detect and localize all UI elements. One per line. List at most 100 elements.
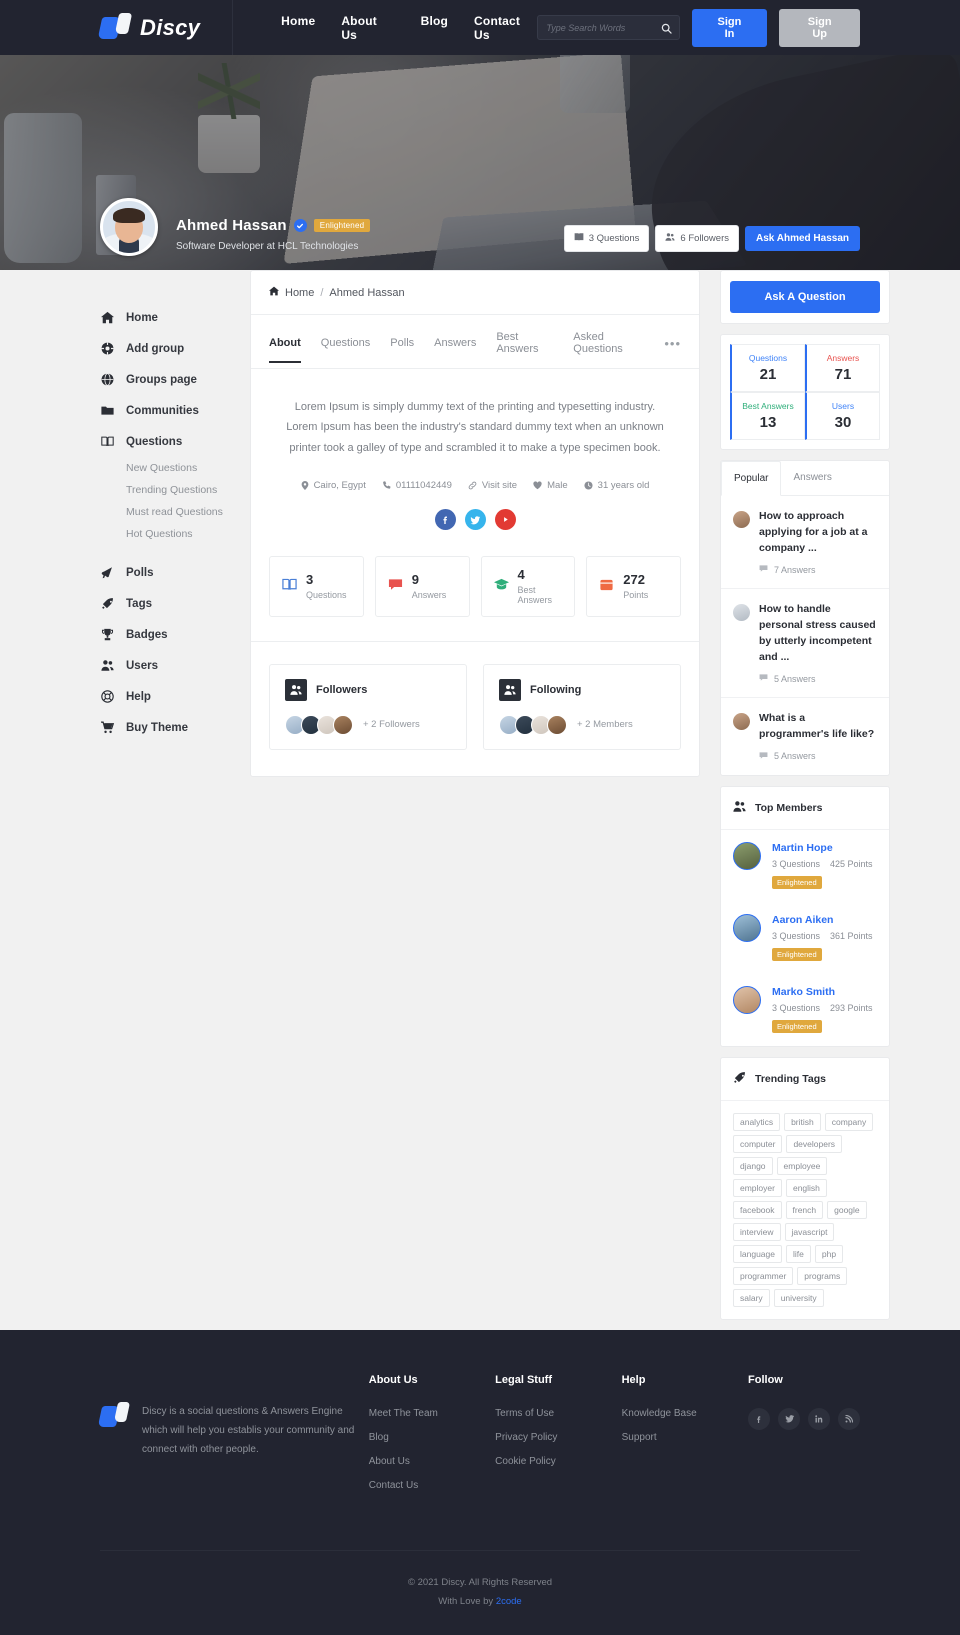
tag-chip[interactable]: interview bbox=[733, 1222, 781, 1241]
sidebar-item-badges[interactable]: Badges bbox=[100, 619, 230, 650]
avatar[interactable] bbox=[733, 985, 761, 1014]
sidebar-subitem-must-read-questions[interactable]: Must read Questions bbox=[100, 501, 230, 523]
tabs-more-button[interactable]: ••• bbox=[664, 336, 681, 364]
tag-chip[interactable]: employee bbox=[776, 1156, 828, 1175]
avatar[interactable] bbox=[733, 841, 761, 870]
sign-up-button[interactable]: Sign Up bbox=[779, 8, 860, 47]
hero-followers-count[interactable]: 6 Followers bbox=[655, 225, 739, 252]
sign-in-button[interactable]: Sign In bbox=[691, 8, 768, 47]
sidebar-item-communities[interactable]: Communities bbox=[100, 395, 230, 426]
twitter-icon[interactable] bbox=[778, 1407, 801, 1430]
tab-questions[interactable]: Questions bbox=[321, 337, 371, 362]
sidebar-item-home[interactable]: Home bbox=[100, 302, 230, 333]
sidebar-item-users[interactable]: Users bbox=[100, 650, 230, 681]
answer-count-label: 5 Answers bbox=[774, 673, 816, 684]
facebook-icon[interactable] bbox=[434, 509, 456, 531]
avatar[interactable] bbox=[333, 714, 353, 735]
followers-more-label[interactable]: + 2 Followers bbox=[363, 719, 420, 730]
sidebar-item-help[interactable]: Help bbox=[100, 681, 230, 712]
hero-questions-count[interactable]: 3 Questions bbox=[563, 225, 650, 252]
avatar[interactable] bbox=[547, 714, 567, 735]
youtube-icon[interactable] bbox=[494, 509, 516, 531]
twitter-icon[interactable] bbox=[464, 509, 486, 531]
meta-site[interactable]: Visit site bbox=[468, 480, 517, 491]
footer-link-privacy-policy[interactable]: Privacy Policy bbox=[495, 1432, 621, 1443]
nav-item-contact-us[interactable]: Contact Us bbox=[474, 14, 537, 42]
tag-chip[interactable]: programmer bbox=[733, 1266, 794, 1285]
tab-answers[interactable]: Answers bbox=[434, 337, 476, 362]
nav-item-home[interactable]: Home bbox=[281, 14, 315, 42]
tag-chip[interactable]: php bbox=[814, 1244, 844, 1263]
tag-chip[interactable]: university bbox=[773, 1288, 824, 1307]
tag-chip[interactable]: facebook bbox=[733, 1200, 782, 1219]
list-item[interactable]: What is a programmer's life like? 5 Answ… bbox=[721, 698, 889, 775]
tab-best-answers[interactable]: Best Answers bbox=[496, 331, 553, 368]
sidebar-subitem-hot-questions[interactable]: Hot Questions bbox=[100, 523, 230, 545]
footer-link-meet-the-team[interactable]: Meet The Team bbox=[369, 1408, 495, 1419]
tag-chip[interactable]: analytics bbox=[733, 1112, 781, 1131]
list-item[interactable]: Marko Smith 3 Questions 293 Points Enlig… bbox=[721, 974, 889, 1046]
breadcrumb-home[interactable]: Home bbox=[285, 287, 314, 299]
nav-item-blog[interactable]: Blog bbox=[421, 14, 448, 42]
sidebar-item-polls[interactable]: Polls bbox=[100, 557, 230, 588]
sidebar-subitem-new-questions[interactable]: New Questions bbox=[100, 457, 230, 479]
member-name[interactable]: Marko Smith bbox=[772, 986, 873, 998]
ask-user-button[interactable]: Ask Ahmed Hassan bbox=[745, 226, 860, 251]
credit-link[interactable]: 2code bbox=[496, 1596, 522, 1607]
linkedin-icon[interactable] bbox=[808, 1407, 831, 1430]
footer-link-contact-us[interactable]: Contact Us bbox=[369, 1480, 495, 1491]
search-box[interactable] bbox=[537, 15, 680, 40]
sidebar-item-questions[interactable]: Questions bbox=[100, 426, 230, 457]
sidebar-item-tags[interactable]: Tags bbox=[100, 588, 230, 619]
search-icon[interactable] bbox=[661, 21, 672, 39]
tag-chip[interactable]: language bbox=[733, 1244, 782, 1263]
tab-asked-questions[interactable]: Asked Questions bbox=[573, 331, 644, 368]
tag-chip[interactable]: developers bbox=[786, 1134, 843, 1153]
footer-link-knowledge-base[interactable]: Knowledge Base bbox=[622, 1408, 748, 1419]
facebook-icon[interactable] bbox=[748, 1407, 771, 1430]
tag-chip[interactable]: javascript bbox=[784, 1222, 835, 1241]
tag-chip[interactable]: google bbox=[827, 1200, 867, 1219]
avatar[interactable] bbox=[733, 913, 761, 942]
tag-chip[interactable]: life bbox=[785, 1244, 811, 1263]
footer-link-support[interactable]: Support bbox=[622, 1432, 748, 1443]
brand-logo[interactable]: Discy bbox=[97, 12, 226, 43]
tag-chip[interactable]: programs bbox=[797, 1266, 848, 1285]
question-title[interactable]: How to handle personal stress caused by … bbox=[759, 602, 877, 665]
tag-chip[interactable]: english bbox=[785, 1178, 827, 1197]
tag-chip[interactable]: computer bbox=[733, 1134, 783, 1153]
tag-chip[interactable]: salary bbox=[733, 1288, 770, 1307]
member-name[interactable]: Martin Hope bbox=[772, 842, 873, 854]
footer-link-terms-of-use[interactable]: Terms of Use bbox=[495, 1408, 621, 1419]
sidebar-item-buy-theme[interactable]: Buy Theme bbox=[100, 712, 230, 743]
footer-link-blog[interactable]: Blog bbox=[369, 1432, 495, 1443]
tag-chip[interactable]: company bbox=[824, 1112, 874, 1131]
following-more-label[interactable]: + 2 Members bbox=[577, 719, 633, 730]
list-item[interactable]: Martin Hope 3 Questions 425 Points Enlig… bbox=[721, 830, 889, 902]
tag-chip[interactable]: django bbox=[733, 1156, 773, 1175]
ask-a-question-button[interactable]: Ask A Question bbox=[730, 281, 880, 313]
rss-icon[interactable] bbox=[838, 1407, 861, 1430]
sidebar-subitem-trending-questions[interactable]: Trending Questions bbox=[100, 479, 230, 501]
list-item[interactable]: How to handle personal stress caused by … bbox=[721, 589, 889, 699]
tag-chip[interactable]: british bbox=[784, 1112, 821, 1131]
list-item[interactable]: How to approach applying for a job at a … bbox=[721, 496, 889, 590]
question-title[interactable]: How to approach applying for a job at a … bbox=[759, 509, 877, 556]
tab-about[interactable]: About bbox=[269, 337, 301, 363]
tag-chip[interactable]: french bbox=[785, 1200, 824, 1219]
sidebar-item-groups-page[interactable]: Groups page bbox=[100, 364, 230, 395]
footer-link-cookie-policy[interactable]: Cookie Policy bbox=[495, 1456, 621, 1467]
profile-avatar[interactable] bbox=[100, 198, 158, 256]
tag-chip[interactable]: employer bbox=[733, 1178, 782, 1197]
footer-link-about-us[interactable]: About Us bbox=[369, 1456, 495, 1467]
tab-rail-answers[interactable]: Answers bbox=[781, 461, 843, 495]
member-name[interactable]: Aaron Aiken bbox=[772, 914, 873, 926]
tab-polls[interactable]: Polls bbox=[390, 337, 414, 362]
tab-popular[interactable]: Popular bbox=[721, 461, 782, 496]
search-input[interactable] bbox=[546, 22, 665, 33]
nav-item-about-us[interactable]: About Us bbox=[341, 14, 394, 42]
sidebar-item-add-group[interactable]: Add group bbox=[100, 333, 230, 364]
counter-label: Users bbox=[831, 401, 855, 411]
question-title[interactable]: What is a programmer's life like? bbox=[759, 711, 877, 743]
list-item[interactable]: Aaron Aiken 3 Questions 361 Points Enlig… bbox=[721, 902, 889, 974]
